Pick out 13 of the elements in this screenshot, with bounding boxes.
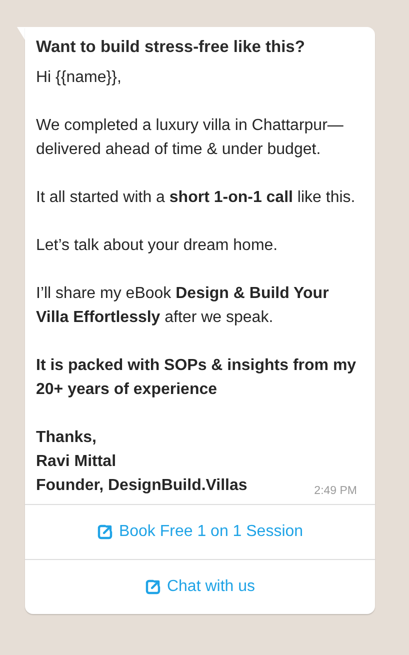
message-paragraph: Let’s talk about your dream home. <box>36 236 278 256</box>
message-time: 2:49 PM <box>314 484 357 498</box>
message-paragraph: We completed a luxury villa in Chattarpur—delivered ahead of time & under budget. <box>36 116 344 160</box>
message-paragraph: It is packed with SOPs & insights from my 20+ years of experience <box>36 356 357 400</box>
message-paragraph: It all started with a short 1-on-1 call like this. <box>36 188 356 208</box>
link-button[interactable]: Chat with us <box>25 559 375 614</box>
external-link-icon <box>96 524 113 540</box>
message-paragraph: I’ll share my eBook Design & Build Your Villa Effortlessly after we speak. <box>36 284 330 328</box>
link-button[interactable]: Book Free 1 on 1 Session <box>25 504 375 559</box>
message-header: Want to build stress-free like this? <box>36 37 306 58</box>
external-link-icon <box>144 579 161 595</box>
message-paragraph: Hi {{name}}, <box>36 68 122 88</box>
message-paragraph: Thanks, Ravi Mittal Founder, DesignBuild.Villas <box>36 428 248 496</box>
